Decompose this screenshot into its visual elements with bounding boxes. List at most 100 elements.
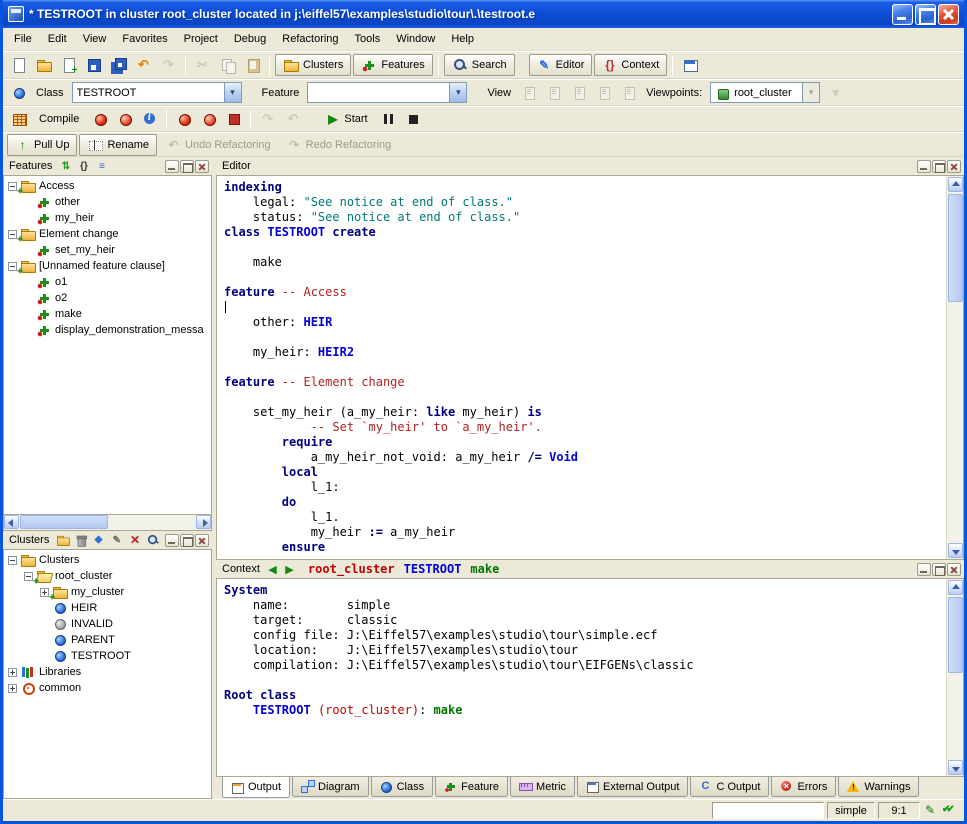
features-horizontal-scrollbar[interactable] [3,515,212,531]
menu-item-help[interactable]: Help [443,30,482,48]
expand-toggle[interactable] [8,230,17,239]
feature-item-o1[interactable]: o1 [4,274,211,290]
navigate-back-icon[interactable]: ◀ [265,563,280,576]
editor-vertical-scrollbar[interactable] [946,176,963,559]
cluster-item-testroot[interactable]: TESTROOT [4,648,211,664]
minimize-button[interactable] [892,4,913,25]
menu-item-view[interactable]: View [75,30,115,48]
tab-external-output[interactable]: External Output [577,777,688,797]
feature-item-my-heir[interactable]: my_heir [4,210,211,226]
scroll-thumb[interactable] [948,194,963,302]
start-button[interactable]: ▶Start [318,108,374,130]
feature-item-other[interactable]: other [4,194,211,210]
editor-close-button[interactable] [947,160,961,173]
chevron-down-icon[interactable]: ▾ [224,83,241,102]
scroll-left-button[interactable] [4,515,19,529]
editor-restore-button[interactable] [932,160,946,173]
menu-item-refactoring[interactable]: Refactoring [274,30,346,48]
finalize-button[interactable] [197,108,220,130]
feature-clauses-button[interactable]: ≡ [93,159,110,174]
scroll-thumb[interactable] [20,515,108,529]
tab-feature[interactable]: Feature [435,777,508,797]
sort-features-button[interactable]: ⇅ [57,159,74,174]
maximize-button[interactable] [915,4,936,25]
scroll-down-button[interactable] [948,543,963,558]
clusters-minimize-button[interactable] [165,534,179,547]
class-tool-button[interactable] [7,82,30,104]
context-restore-button[interactable] [932,563,946,576]
clusters-close-button[interactable] [195,534,209,547]
rename-button[interactable]: Rename [79,134,157,156]
open-new-window-button[interactable] [678,54,701,76]
tab-diagram[interactable]: Diagram [292,777,369,797]
new-document-button[interactable] [7,54,30,76]
clusters-restore-button[interactable] [180,534,194,547]
tab-output[interactable]: Output [222,777,290,798]
cluster-item-common[interactable]: common [4,680,211,696]
scroll-thumb[interactable] [948,597,963,673]
cluster-item-heir[interactable]: HEIR [4,600,211,616]
expand-toggle[interactable] [8,182,17,191]
menu-item-favorites[interactable]: Favorites [114,30,175,48]
terminate-compilation-button[interactable] [222,108,245,130]
feature-item-display-demonstration-messa[interactable]: display_demonstration_messa [4,322,211,338]
menu-item-tools[interactable]: Tools [347,30,389,48]
feature-item-o2[interactable]: o2 [4,290,211,306]
feature-item-set-my-heir[interactable]: set_my_heir [4,242,211,258]
expand-toggle[interactable] [8,684,17,693]
stop-button[interactable] [402,108,425,130]
title-bar[interactable]: * TESTROOT in cluster root_cluster locat… [3,0,964,28]
scroll-up-button[interactable] [948,580,963,595]
expand-toggle[interactable] [24,572,33,581]
tab-class[interactable]: Class [371,777,434,797]
feature-item-access[interactable]: +Access [4,178,211,194]
save-all-button[interactable] [107,54,130,76]
menu-item-edit[interactable]: Edit [40,30,75,48]
features-close-button[interactable] [195,160,209,173]
cluster-item-parent[interactable]: PARENT [4,632,211,648]
cluster-item-libraries[interactable]: Libraries [4,664,211,680]
menu-item-file[interactable]: File [6,30,40,48]
context-output[interactable]: System name: simple target: classic conf… [217,579,963,718]
editor-button[interactable]: ✎Editor [529,54,593,76]
feature-item-make[interactable]: make [4,306,211,322]
editor-code[interactable]: indexing legal: "See notice at end of cl… [217,176,963,555]
scroll-up-button[interactable] [948,177,963,192]
search-button[interactable] [144,533,161,548]
breadcrumb-make[interactable]: make [470,562,499,576]
breadcrumb-testroot[interactable]: TESTROOT [404,562,462,576]
cluster-item-my-cluster[interactable]: +my_cluster [4,584,211,600]
melt-button[interactable] [88,108,111,130]
context-button[interactable]: {}Context [594,54,667,76]
cluster-item-root-cluster[interactable]: +root_cluster [4,568,211,584]
context-vertical-scrollbar[interactable] [946,579,963,776]
new-editor-window-button[interactable] [57,54,80,76]
viewpoints-combobox[interactable]: root_cluster▾ [710,82,820,103]
trash-button[interactable] [72,533,89,548]
class-combobox[interactable]: TESTROOT▾ [72,82,242,103]
navigate-forward-icon[interactable]: ▶ [282,563,297,576]
tab-errors[interactable]: Errors [771,777,836,797]
expand-toggle[interactable] [40,588,49,597]
cluster-item-clusters[interactable]: Clusters [4,552,211,568]
features-button[interactable]: Features [353,54,432,76]
features-minimize-button[interactable] [165,160,179,173]
chevron-down-icon[interactable]: ▾ [449,83,466,102]
feature-item-unnamed-feature-clause[interactable]: +[Unnamed feature clause] [4,258,211,274]
search-button[interactable]: Search [444,54,515,76]
new-cluster-button[interactable] [54,533,71,548]
freeze-button[interactable] [172,108,195,130]
feature-item-element-change[interactable]: +Element change [4,226,211,242]
clusters-button[interactable]: Clusters [275,54,351,76]
expand-toggle[interactable] [8,556,17,565]
menu-item-window[interactable]: Window [388,30,443,48]
features-restore-button[interactable] [180,160,194,173]
edit-button[interactable]: ✎ [108,533,125,548]
compile-info-button[interactable] [138,108,161,130]
delete-button[interactable] [126,533,143,548]
pause-button[interactable] [377,108,400,130]
editor-minimize-button[interactable] [917,160,931,173]
tab-c-output[interactable]: C Output [690,777,769,797]
expand-toggle[interactable] [8,262,17,271]
compile-mode-button[interactable] [7,108,30,130]
